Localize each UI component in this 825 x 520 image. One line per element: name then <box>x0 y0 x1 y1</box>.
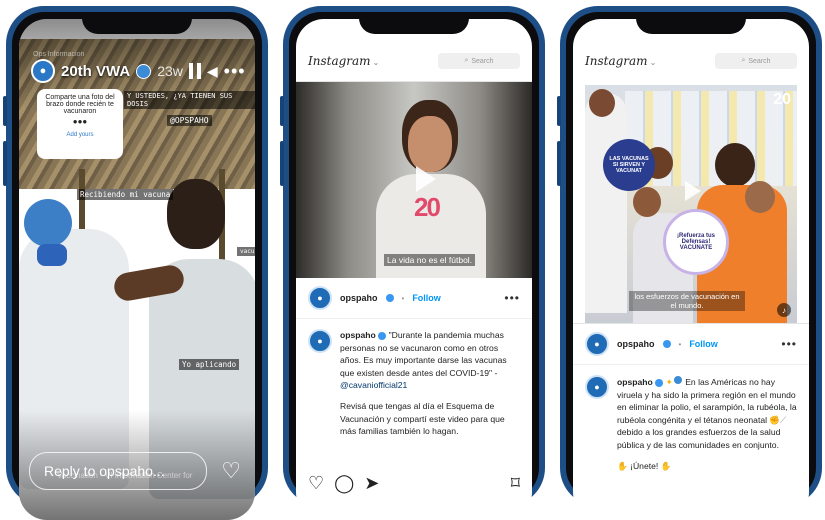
ig-header: Instagram ⌄ ⌕ Search <box>296 41 532 82</box>
syringe-icon: ⟋ <box>780 414 787 425</box>
raised-hands-icon: ✋ <box>660 460 672 471</box>
woman-head <box>715 143 755 187</box>
flexed-biceps-icon: ✊ <box>769 414 781 425</box>
instagram-logo[interactable]: Instagram ⌄ <box>308 54 379 68</box>
vaccine-sign-left: LAS VACUNAS SI SIRVEN Y VACUNAT <box>603 139 655 191</box>
like-icon[interactable]: ♡ <box>308 473 324 494</box>
post-actions: ♡ ◯ ➤ ⌑ <box>308 473 520 494</box>
question-sticker-text: Comparte una foto del brazo donde recién… <box>45 94 115 115</box>
phone-notch <box>359 12 469 34</box>
vaccine-sign-right: ¡Refuerza tus Defensas! VACÚNATE <box>663 209 729 275</box>
face-mask <box>37 244 67 266</box>
reply-input[interactable]: Reply to opspaho... <box>29 452 207 490</box>
story-username[interactable]: 20th VWA <box>61 63 130 80</box>
globe-icon <box>136 63 152 79</box>
play-icon[interactable] <box>416 166 436 192</box>
ig-header: Instagram ⌄ ⌕ Search <box>573 41 809 81</box>
post-caption: ● opspaho ✦ En las Américas no hay virue… <box>573 365 809 482</box>
share-icon[interactable]: ➤ <box>364 473 379 494</box>
cta-text: ¡Únete! <box>630 460 659 471</box>
caption-username[interactable]: opspaho <box>340 330 376 340</box>
follow-button[interactable]: Follow <box>412 293 441 303</box>
chevron-down-icon: ⌄ <box>649 58 657 67</box>
reply-placeholder: Reply to opspaho... <box>44 463 165 479</box>
audio-icon[interactable]: ♪ <box>777 303 791 317</box>
phone-notch <box>636 12 746 34</box>
shirt-logo: 20 <box>414 192 441 222</box>
verified-icon <box>662 340 671 348</box>
video-subtitle: los esfuerzos de vacunación en el mundo. <box>629 291 745 311</box>
post-caption: ● opspaho "Durante la pandemia muchas pe… <box>296 319 532 448</box>
nurse-cap <box>24 199 72 247</box>
more-options-icon[interactable]: ••• <box>504 291 520 305</box>
boy-head <box>633 187 661 217</box>
feed-screen-3: Instagram ⌄ ⌕ Search 20 LAS VACUNAS SI SIR… <box>573 19 809 520</box>
post-username[interactable]: opspaho <box>340 293 378 303</box>
search-input[interactable]: ⌕ Search <box>715 53 797 69</box>
globe-icon <box>672 375 683 385</box>
story-time: 23w <box>157 63 183 79</box>
phone-frame-story: Ops Informacion ● 20th VWA 23w ◀︎ ••• Co… <box>3 6 268 520</box>
story-header: ● 20th VWA 23w ◀︎ ••• <box>31 59 246 83</box>
more-options-icon[interactable]: ••• <box>781 337 797 351</box>
more-icon[interactable]: ••• <box>224 61 246 82</box>
save-icon[interactable]: ⌑ <box>511 473 520 494</box>
caption-text-2: debido a los grandes esfuerzos de la sal… <box>617 427 781 450</box>
overlay-top-text: Y USTEDES, ¿YA TIENEN SUS DOSIS <box>124 91 255 109</box>
add-yours-link[interactable]: Add yours <box>42 132 118 138</box>
post-username[interactable]: opspaho <box>617 339 655 349</box>
heart-icon[interactable]: ♡ <box>221 458 241 484</box>
search-icon: ⌕ <box>464 57 469 64</box>
overlay-left-text: Recibiendo mi vacuna <box>77 189 174 200</box>
instagram-logo[interactable]: Instagram ⌄ <box>585 54 656 68</box>
chevron-down-icon: ⌄ <box>372 58 380 67</box>
banner-digit: 20 <box>773 91 791 108</box>
caption-username[interactable]: opspaho <box>617 377 653 387</box>
question-sticker[interactable]: Comparte una foto del brazo donde recién… <box>37 89 123 159</box>
sparkles-icon: ✦ <box>665 377 673 387</box>
verified-icon <box>385 294 394 302</box>
comment-icon[interactable]: ◯ <box>334 473 354 494</box>
avatar[interactable]: ● <box>308 286 332 310</box>
adult-left <box>585 93 627 313</box>
follow-button[interactable]: Follow <box>689 339 718 349</box>
phone-notch <box>82 12 192 34</box>
avatar[interactable]: ● <box>585 375 609 399</box>
verified-icon <box>378 331 387 340</box>
video-subtitle: La vida no es el fútbol. <box>384 254 476 266</box>
raised-hands-icon: ✋ <box>617 460 628 471</box>
overlay-handle-text: @OPSPAHO <box>167 115 212 126</box>
overlay-right-text: Yo aplicando <box>179 359 240 370</box>
video-post[interactable]: 20 La vida no es el fútbol. <box>296 82 532 278</box>
man-face <box>408 116 452 172</box>
adult-left-head <box>589 89 615 117</box>
mention-link[interactable]: @cavaniofficial21 <box>340 380 407 390</box>
post-header: ● opspaho • Follow ••• <box>573 323 809 365</box>
patient-head <box>167 179 225 249</box>
avatar[interactable]: ● <box>31 59 55 83</box>
story-faint-header: Ops Informacion <box>33 51 85 58</box>
post-header: ● opspaho • Follow ••• <box>296 278 532 319</box>
story-screen[interactable]: Ops Informacion ● 20th VWA 23w ◀︎ ••• Co… <box>19 19 255 520</box>
caption-paragraph-2: Revisá que tengas al día el Esquema de V… <box>340 400 505 437</box>
search-input[interactable]: ⌕ Search <box>438 53 520 69</box>
sticker-avatars-icon: ●●● <box>72 117 88 126</box>
overlay-far-right-text: vacunas <box>237 247 255 256</box>
pause-icon[interactable] <box>188 63 201 79</box>
boy-right-head <box>745 181 775 213</box>
search-icon: ⌕ <box>741 57 746 64</box>
feed-screen-2: Instagram ⌄ ⌕ Search 20 La vida no es el f… <box>296 19 532 520</box>
verified-icon <box>655 378 664 387</box>
phone-frame-photo-post: Instagram ⌄ ⌕ Search 20 LAS VACUNAS SI SIR… <box>557 6 822 520</box>
photo-post[interactable]: 20 LAS VACUNAS SI SIRVEN Y VACUNAT ¡Refu… <box>585 85 797 323</box>
play-icon[interactable] <box>685 181 701 201</box>
phone-frame-video-post: Instagram ⌄ ⌕ Search 20 La vida no es el f… <box>280 6 545 520</box>
avatar[interactable]: ● <box>585 332 609 356</box>
mute-icon[interactable]: ◀︎ <box>207 63 218 80</box>
avatar[interactable]: ● <box>308 329 332 353</box>
